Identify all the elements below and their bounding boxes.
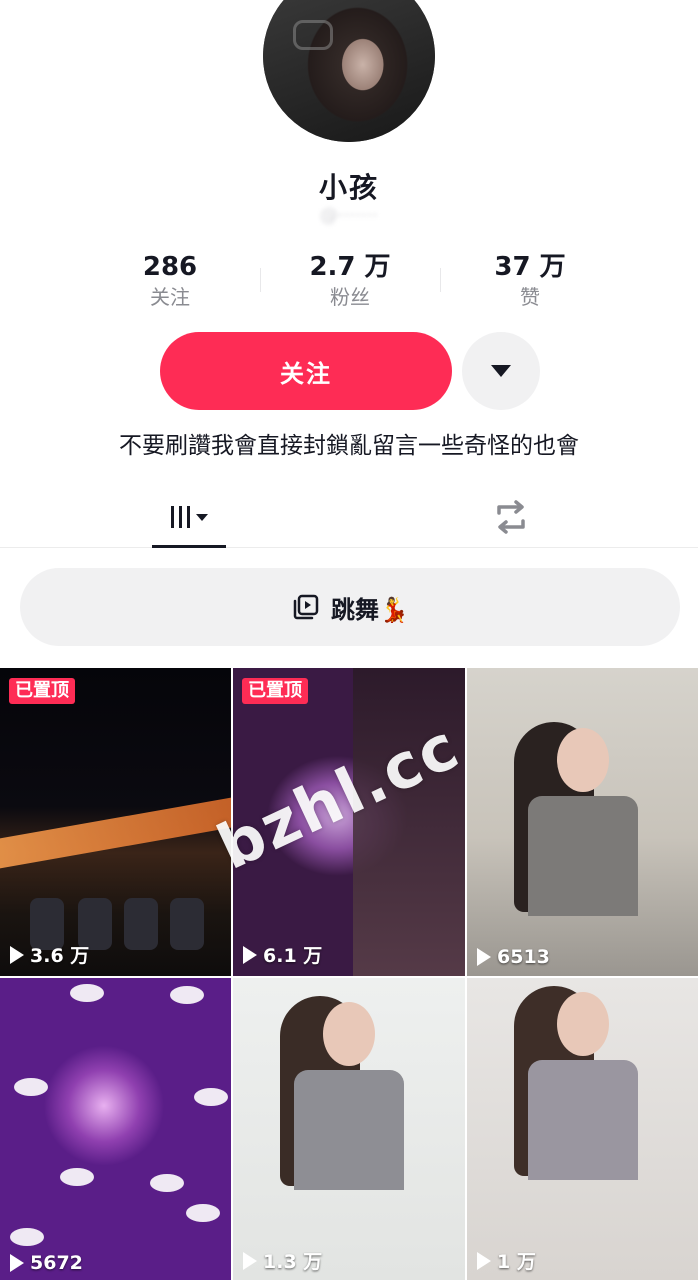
video-thumbnail[interactable]: 1 万 <box>467 978 698 1280</box>
play-icon <box>10 1254 24 1272</box>
view-count-value: 6513 <box>497 946 550 968</box>
stat-following[interactable]: 286 关注 <box>80 250 260 310</box>
caret-down-icon <box>491 365 511 377</box>
video-thumbnail[interactable]: 1.3 万 <box>233 978 465 1280</box>
lips-sticker <box>170 986 204 1004</box>
view-count: 6.1 万 <box>243 941 322 968</box>
profile-bio: 不要刷讚我會直接封鎖亂留言一些奇怪的也會 <box>119 433 579 459</box>
playlist-label: 跳舞💃 <box>331 595 409 624</box>
profile-tabs <box>0 486 698 548</box>
avatar[interactable] <box>263 0 435 142</box>
stat-likes-value: 37 万 <box>494 252 566 282</box>
lips-sticker <box>194 1088 228 1106</box>
lips-sticker <box>14 1078 48 1096</box>
stat-followers-value: 2.7 万 <box>309 252 391 282</box>
grid-bars-icon <box>170 506 190 528</box>
lips-sticker <box>70 984 104 1002</box>
video-thumbnail[interactable]: 6513 <box>467 668 698 976</box>
view-count: 1.3 万 <box>243 1247 322 1274</box>
view-count-value: 5672 <box>30 1252 83 1274</box>
stat-following-value: 286 <box>142 252 198 282</box>
lips-sticker <box>10 1228 44 1246</box>
tab-videos[interactable] <box>152 486 226 548</box>
thumbnail-person <box>513 986 638 1180</box>
avatar-photo <box>263 0 435 142</box>
profile-stats: 286 关注 2.7 万 粉丝 37 万 赞 <box>80 250 620 310</box>
lips-sticker <box>150 1174 184 1192</box>
video-thumbnail[interactable]: 已置顶 3.6 万 <box>0 668 231 976</box>
view-count: 5672 <box>10 1252 83 1274</box>
profile-username: 小孩 <box>318 171 379 204</box>
view-count-value: 1.3 万 <box>263 1251 323 1273</box>
thumbnail-scene <box>0 797 231 869</box>
thumbnail-person <box>280 996 404 1190</box>
tab-reposts[interactable] <box>486 494 536 540</box>
thumbnail-person <box>513 722 638 916</box>
stat-followers[interactable]: 2.7 万 粉丝 <box>260 250 440 310</box>
suggested-accounts-button[interactable] <box>462 332 540 410</box>
view-count: 6513 <box>477 946 550 968</box>
stat-following-label: 关注 <box>150 285 190 309</box>
video-thumbnail[interactable]: 5672 <box>0 978 231 1280</box>
profile-handle: @······· <box>319 205 379 226</box>
play-icon <box>10 945 24 964</box>
view-count: 3.6 万 <box>10 941 89 968</box>
stat-likes[interactable]: 37 万 赞 <box>440 250 620 310</box>
play-icon <box>243 1251 257 1270</box>
play-icon <box>243 945 257 964</box>
view-count-value: 6.1 万 <box>263 945 323 967</box>
pinned-badge: 已置顶 <box>9 678 75 704</box>
lips-sticker <box>60 1168 94 1186</box>
play-icon <box>477 1251 491 1270</box>
avatar-photo-detail <box>293 20 333 50</box>
pinned-badge: 已置顶 <box>242 678 308 704</box>
view-count-value: 3.6 万 <box>30 945 90 967</box>
view-count-value: 1 万 <box>497 1251 536 1273</box>
active-tab-indicator <box>152 545 226 548</box>
repost-icon <box>497 500 525 534</box>
follow-button[interactable]: 关注 <box>160 332 452 410</box>
playlist-icon <box>293 594 319 620</box>
lips-sticker <box>186 1204 220 1222</box>
stat-followers-label: 粉丝 <box>330 285 370 309</box>
caret-down-icon <box>195 513 208 521</box>
view-count: 1 万 <box>477 1247 536 1274</box>
stat-likes-label: 赞 <box>520 285 540 309</box>
playlist-button[interactable]: 跳舞💃 <box>20 568 680 646</box>
play-icon <box>477 948 491 966</box>
